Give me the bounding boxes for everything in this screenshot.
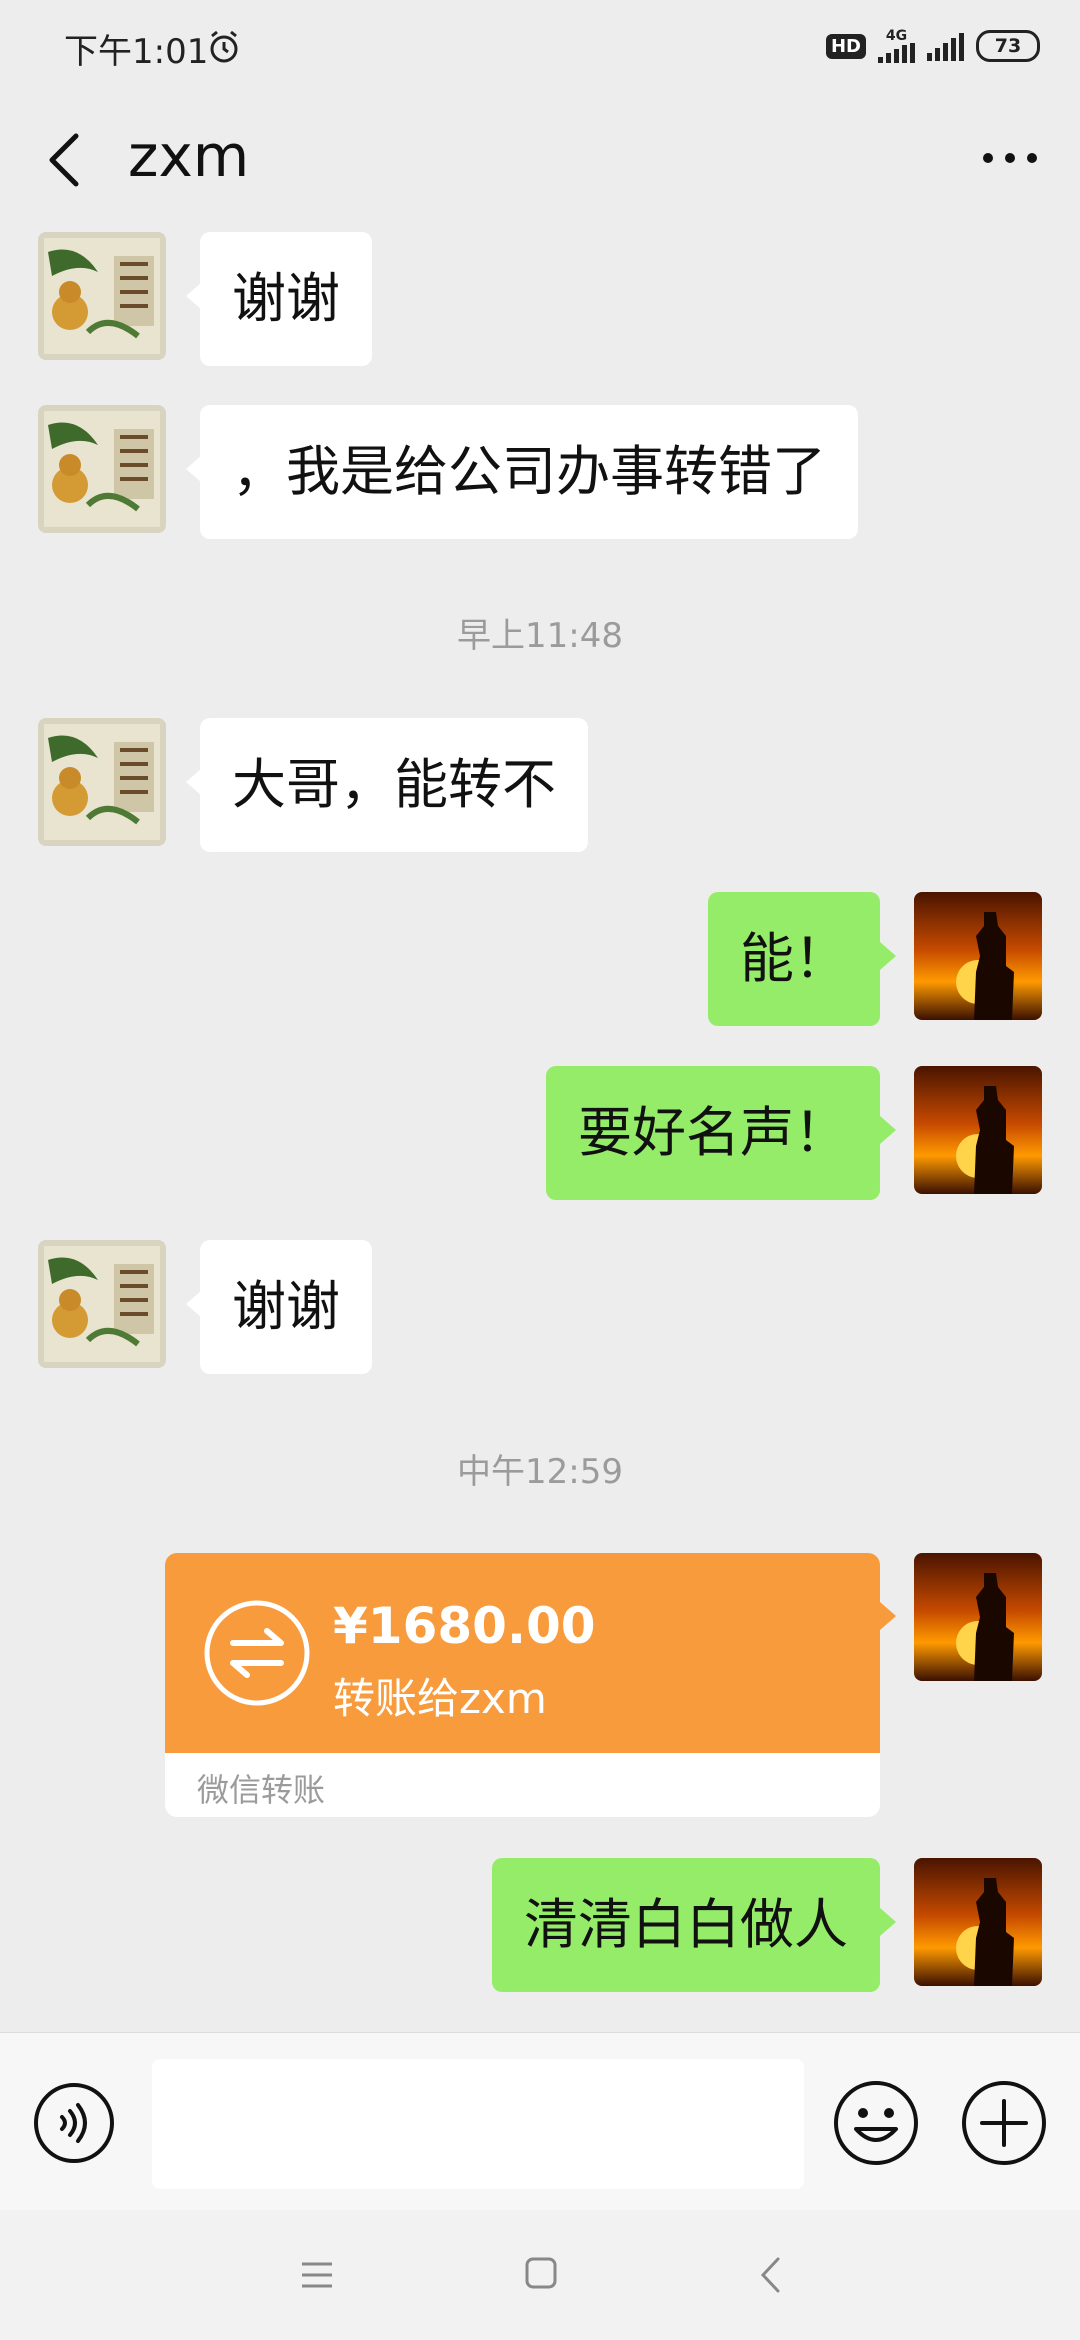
my-avatar[interactable] xyxy=(914,1553,1042,1681)
signal-bars-2-icon xyxy=(927,31,964,61)
system-nav-bar xyxy=(0,2210,1080,2340)
chevron-left-icon[interactable] xyxy=(40,130,90,190)
contact-avatar[interactable] xyxy=(38,1240,166,1368)
signal-bars-icon xyxy=(878,43,915,63)
message-bubble-incoming[interactable]: 谢谢 xyxy=(200,1240,372,1374)
chat-timestamp: 早上11:48 xyxy=(457,616,623,656)
message-text: 能！ xyxy=(740,927,848,990)
menu-icon[interactable] xyxy=(300,2258,334,2292)
message-text: 谢谢 xyxy=(232,267,340,330)
message-bubble-outgoing[interactable]: 要好名声！ xyxy=(546,1066,880,1200)
bubble-tail xyxy=(880,1908,896,1936)
transfer-amount: ¥1680.00 xyxy=(333,1597,596,1655)
message-text: 清清白白做人 xyxy=(524,1893,848,1956)
message-text: 大哥，能转不 xyxy=(232,753,556,816)
message-bubble-incoming[interactable]: 谢谢 xyxy=(200,232,372,366)
message-bubble-incoming[interactable]: 大哥，能转不 xyxy=(200,718,588,852)
emoji-icon[interactable] xyxy=(832,2079,920,2167)
contact-avatar[interactable] xyxy=(38,718,166,846)
status-indicators: HD 4G 73 xyxy=(825,26,1040,66)
contact-avatar[interactable] xyxy=(38,232,166,360)
transfer-description: 转账给zxm xyxy=(333,1674,547,1723)
transfer-arrows-icon xyxy=(204,1600,310,1706)
bubble-tail xyxy=(880,942,896,970)
alarm-icon xyxy=(210,30,238,63)
plus-icon[interactable] xyxy=(960,2079,1048,2167)
my-avatar[interactable] xyxy=(914,1066,1042,1194)
message-bubble-incoming[interactable]: ，我是给公司办事转错了 xyxy=(200,405,858,539)
message-text: 谢谢 xyxy=(232,1275,340,1338)
transfer-card-body: ¥1680.00 转账给zxm xyxy=(165,1553,880,1753)
signal-4g: 4G xyxy=(878,29,915,63)
bubble-tail xyxy=(880,1116,896,1144)
message-text: ，我是给公司办事转错了 xyxy=(232,440,826,503)
message-bubble-outgoing[interactable]: 清清白白做人 xyxy=(492,1858,880,1992)
battery-indicator: 73 xyxy=(976,30,1040,62)
message-input[interactable] xyxy=(152,2059,804,2189)
contact-avatar[interactable] xyxy=(38,405,166,533)
status-bar: 下午1:01 HD 4G 73 xyxy=(0,0,1080,100)
chat-timestamp: 中午12:59 xyxy=(457,1452,623,1492)
my-avatar[interactable] xyxy=(914,892,1042,1020)
my-avatar[interactable] xyxy=(914,1858,1042,1986)
status-time: 下午1:01 xyxy=(64,32,209,72)
input-bar xyxy=(0,2032,1080,2211)
transfer-footer: 微信转账 xyxy=(197,1771,326,1809)
battery-level: 73 xyxy=(994,35,1022,57)
transfer-card[interactable]: ¥1680.00 转账给zxm 微信转账 xyxy=(165,1553,880,1817)
message-bubble-outgoing[interactable]: 能！ xyxy=(708,892,880,1026)
network-type: 4G xyxy=(885,28,908,44)
hd-badge: HD xyxy=(825,33,866,59)
back-icon[interactable] xyxy=(758,2256,782,2294)
chat-title: zxm xyxy=(128,122,250,190)
voice-icon[interactable] xyxy=(32,2081,116,2165)
bubble-tail xyxy=(880,1602,896,1630)
chat-header: zxm xyxy=(0,100,1080,220)
message-text: 要好名声！ xyxy=(578,1101,848,1164)
more-dots-icon[interactable] xyxy=(980,148,1040,168)
home-square-icon[interactable] xyxy=(524,2256,558,2290)
